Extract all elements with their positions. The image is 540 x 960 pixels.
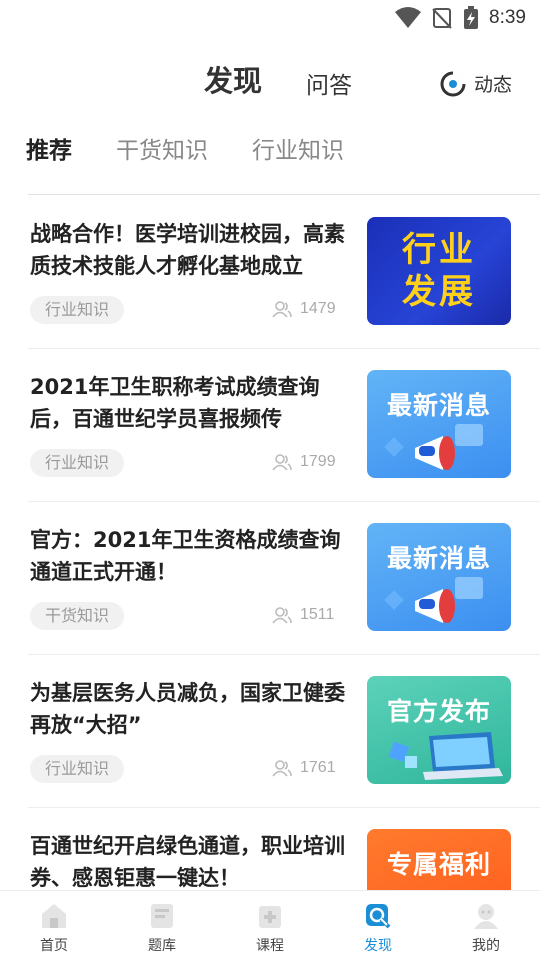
- article-card[interactable]: 战略合作！医学培训进校园，高素质技术技能人才孵化基地成立 行业知识 1479 行…: [28, 196, 540, 349]
- divider: [28, 194, 540, 195]
- nav-question-bank[interactable]: 题库: [108, 891, 216, 960]
- dynamic-button[interactable]: 动态: [440, 70, 512, 97]
- tab-discover[interactable]: 发现: [204, 58, 262, 100]
- article-tag[interactable]: 行业知识: [30, 755, 125, 783]
- battery-charging-icon: [464, 6, 479, 29]
- users-icon: [272, 607, 292, 624]
- tab-qa[interactable]: 问答: [306, 66, 352, 100]
- wifi-icon: [395, 7, 422, 28]
- thumbnail-text-line: 发展: [402, 272, 476, 312]
- nav-label: 题库: [148, 938, 176, 954]
- discover-icon: [363, 901, 393, 931]
- article-feed: 战略合作！医学培训进校园，高素质技术技能人才孵化基地成立 行业知识 1479 行…: [0, 196, 540, 960]
- article-tag[interactable]: 干货知识: [30, 602, 125, 630]
- article-views: 1511: [272, 606, 334, 624]
- dynamic-icon: [440, 70, 466, 96]
- nav-label: 我的: [472, 938, 500, 954]
- thumbnail-text: 最新消息: [386, 391, 491, 420]
- subtab-recommend[interactable]: 推荐: [26, 131, 72, 165]
- no-signal-icon: [432, 8, 452, 29]
- status-time: 8:39: [489, 7, 526, 28]
- nav-label: 首页: [40, 938, 68, 954]
- question-bank-icon: [147, 901, 177, 931]
- bottom-navigation: 首页 题库 课程 发现 我的: [0, 890, 540, 960]
- article-views: 1479: [272, 300, 336, 318]
- course-icon: [255, 901, 285, 931]
- view-count: 1511: [300, 606, 335, 623]
- view-count: 1479: [300, 300, 336, 317]
- article-views: 1761: [272, 759, 336, 777]
- thumbnail-text-line: 行业: [402, 230, 476, 270]
- article-title: 2021年卫生职称考试成绩查询后，百通世纪学员喜报频传: [30, 375, 320, 431]
- article-tag[interactable]: 行业知识: [30, 296, 125, 324]
- nav-discover[interactable]: 发现: [324, 891, 432, 960]
- subtab-industry-knowledge[interactable]: 行业知识: [252, 131, 344, 165]
- nav-profile[interactable]: 我的: [432, 891, 540, 960]
- view-count: 1761: [300, 759, 336, 776]
- thumbnail-text: 行业 发展: [367, 217, 511, 325]
- profile-icon: [471, 901, 501, 931]
- article-card[interactable]: 2021年卫生职称考试成绩查询后，百通世纪学员喜报频传 行业知识 1799 最新…: [28, 349, 540, 502]
- dynamic-label: 动态: [474, 74, 513, 96]
- nav-course[interactable]: 课程: [216, 891, 324, 960]
- nav-label: 发现: [364, 938, 392, 954]
- subtab-practical-knowledge[interactable]: 干货知识: [116, 131, 208, 165]
- status-icons: 8:39: [395, 4, 526, 32]
- article-title: 为基层医务人员减负，国家卫健委再放“大招”: [30, 681, 345, 737]
- top-header: 发现 问答 动态: [0, 50, 540, 110]
- users-icon: [272, 301, 292, 318]
- article-title: 官方：2021年卫生资格成绩查询通道正式开通！: [30, 528, 341, 584]
- article-tag[interactable]: 行业知识: [30, 449, 125, 477]
- article-card[interactable]: 官方：2021年卫生资格成绩查询通道正式开通！ 干货知识 1511 最新消息: [28, 502, 540, 655]
- article-views: 1799: [272, 453, 336, 471]
- nav-label: 课程: [256, 938, 284, 954]
- article-title: 战略合作！医学培训进校园，高素质技术技能人才孵化基地成立: [30, 222, 345, 278]
- thumbnail-text: 官方发布: [386, 697, 491, 726]
- users-icon: [272, 454, 292, 471]
- thumbnail-text: 最新消息: [386, 544, 491, 573]
- article-thumbnail[interactable]: 最新消息: [367, 370, 511, 478]
- users-icon: [272, 760, 292, 777]
- category-tabs: 推荐 干货知识 行业知识: [26, 128, 388, 168]
- article-thumbnail[interactable]: 官方发布: [367, 676, 511, 784]
- article-card[interactable]: 为基层医务人员减负，国家卫健委再放“大招” 行业知识 1761 官方发布: [28, 655, 540, 808]
- view-count: 1799: [300, 453, 336, 470]
- article-thumbnail[interactable]: 最新消息: [367, 523, 511, 631]
- status-bar: 8:39: [0, 0, 540, 36]
- nav-home[interactable]: 首页: [0, 891, 108, 960]
- article-thumbnail[interactable]: 行业 发展: [367, 217, 511, 325]
- article-title: 百通世纪开启绿色通道，职业培训券、感恩钜惠一键达！: [30, 834, 345, 890]
- home-icon: [39, 901, 69, 931]
